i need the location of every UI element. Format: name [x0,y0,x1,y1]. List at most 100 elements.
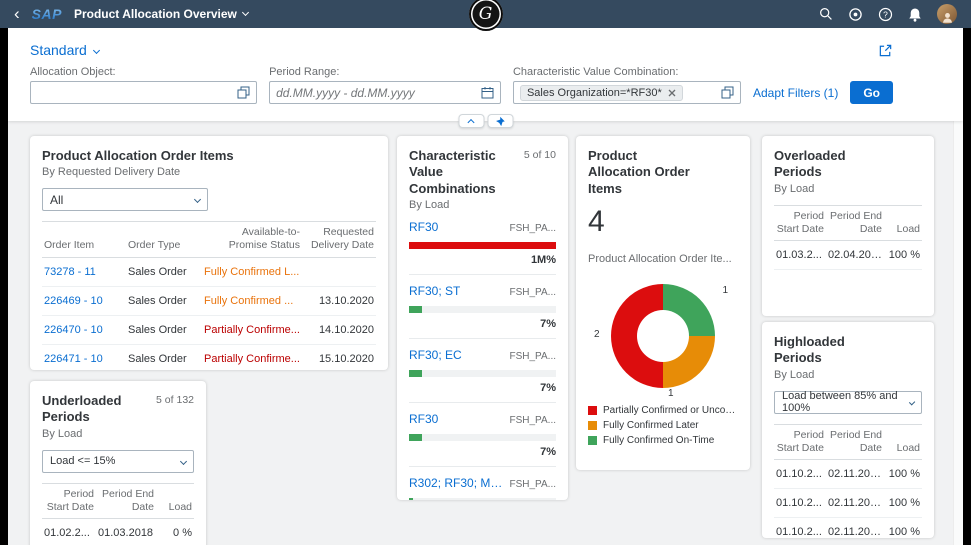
order-item-link[interactable]: 226469 - 10 [44,295,103,307]
table-row[interactable]: 226469 - 10 Sales Order Fully Confirmed … [42,286,376,315]
load-cell: 100 % [884,517,922,538]
load-value: 7% [409,382,556,394]
col-period-end: Period End Date [826,205,884,240]
token-close-icon[interactable] [668,89,676,97]
value-help-icon[interactable] [237,86,250,99]
order-items-filter-select[interactable]: All [42,188,208,211]
col-period-end: Period End Date [96,483,156,518]
calendar-icon[interactable] [481,86,494,99]
pin-header-button[interactable] [487,114,513,128]
legend-item: Fully Confirmed On-Time [588,435,738,446]
selected-value: Load between 85% and 100% [782,390,910,414]
filter-bar: Allocation Object: Period Range: [8,62,963,104]
period-range-text[interactable] [276,86,477,100]
cvc-attribute: FSH_PA... [510,415,557,426]
cvc-attribute: FSH_PA... [510,351,557,362]
load-value: 7% [409,446,556,458]
collapse-header-button[interactable] [458,114,484,128]
load-bar-fill [409,306,422,313]
atp-status-cell: Partially Confirme... [202,344,302,370]
cvc-input[interactable]: Sales Organization=*RF30* [513,81,741,104]
card-subtitle: By Requested Delivery Date [42,166,376,178]
share-icon[interactable] [878,43,893,58]
pin-icon [495,116,506,127]
card-characteristic-value-combinations[interactable]: Characteristic Value Combinations 5 of 1… [397,136,568,500]
chart-label: Product Allocation Order Ite... [588,253,738,265]
order-item-link[interactable]: 73278 - 11 [44,266,96,278]
vertical-scrollbar[interactable] [953,121,963,545]
load-cell: 100 % [884,488,922,517]
card-underloaded-periods[interactable]: Underloaded Periods 5 of 132 By Load Loa… [30,381,206,545]
table-row[interactable]: 226470 - 10 Sales Order Partially Confir… [42,315,376,344]
highloaded-filter-select[interactable]: Load between 85% and 100% [774,391,922,414]
table-row[interactable]: 01.10.2... 02.11.2020 100 % [774,517,922,538]
table-row[interactable]: 01.10.2... 02.11.2020 100 % [774,459,922,488]
adapt-filters-link[interactable]: Adapt Filters (1) [753,86,838,100]
cvc-list-item[interactable]: RF30; EC FSH_PA... 7% [409,339,556,403]
chart-legend: Partially Confirmed or Unconfirm... Full… [588,405,738,446]
col-order-item: Order Item [42,222,126,257]
table-row[interactable]: 01.03.2... 02.04.2018 100 % [774,240,922,269]
cvc-name-link[interactable]: R302; RF30; MR55... [409,476,504,490]
underloaded-filter-select[interactable]: Load <= 15% [42,450,194,473]
card-subtitle: By Load [409,199,556,211]
help-icon[interactable]: ? [878,7,893,22]
period-range-input[interactable] [269,81,501,104]
chevron-up-icon [467,118,474,125]
filter-token[interactable]: Sales Organization=*RF30* [520,85,683,101]
load-value: 7% [409,318,556,330]
order-type-cell: Sales Order [126,257,202,286]
segment-data-label: 1 [722,285,728,296]
app-title-menu[interactable]: Product Allocation Overview [74,7,248,21]
copilot-icon[interactable] [848,7,863,22]
load-bar-track [409,370,556,377]
order-item-link[interactable]: 226471 - 10 [44,353,103,365]
period-start-cell: 01.10.2... [774,517,826,538]
period-start-cell: 01.10.2... [774,488,826,517]
table-row[interactable]: 01.10.2... 02.11.2020 100 % [774,488,922,517]
requested-date-cell [302,257,376,286]
allocation-object-text[interactable] [37,86,233,100]
legend-label: Fully Confirmed On-Time [603,435,714,446]
table-row[interactable]: 73278 - 11 Sales Order Fully Confirmed L… [42,257,376,286]
sap-logo[interactable]: SAP [32,6,62,22]
variant-selector[interactable]: Standard [30,42,99,58]
card-order-items-donut[interactable]: Product Allocation Order Items 4 Product… [576,136,750,470]
table-row[interactable]: 01.02.2... 01.03.2018 0 % [42,518,194,545]
cvc-name-link[interactable]: RF30; EC [409,348,462,362]
back-icon[interactable]: ‹ [14,4,20,24]
selected-value: Load <= 15% [50,455,115,467]
value-help-icon[interactable] [721,86,734,99]
allocation-object-input[interactable] [30,81,257,104]
load-cell: 100 % [884,459,922,488]
search-icon[interactable] [819,7,833,21]
cvc-list-item[interactable]: R302; RF30; MR55...FSH_PA... 0% [409,467,556,500]
cvc-name-link[interactable]: RF30 [409,220,438,234]
cvc-list-item[interactable]: RF30FSH_PA... 1M% [409,211,556,275]
kpi-count: 4 [588,205,738,239]
cvc-list-item[interactable]: RF30; STFSH_PA... 7% [409,275,556,339]
shell-left: ‹ SAP Product Allocation Overview [14,4,248,24]
card-highloaded-periods[interactable]: Highloaded Periods By Load Load between … [762,322,934,538]
order-item-link[interactable]: 226470 - 10 [44,324,103,336]
donut-chart[interactable]: 1 2 1 [588,273,738,399]
col-order-type: Order Type [126,222,202,257]
cvc-name-link[interactable]: RF30; ST [409,284,460,298]
cvc-list-item[interactable]: RF30 FSH_PA... 7% [409,403,556,467]
col-period-start: Period Start Date [42,483,96,518]
card-overloaded-periods[interactable]: Overloaded Periods By Load Period Start … [762,136,934,316]
underloaded-table: Period Start Date Period End Date Load 0… [42,483,194,545]
go-button[interactable]: Go [850,81,893,104]
user-avatar[interactable] [937,4,957,24]
col-load: Load [884,205,922,240]
cvc-name-link[interactable]: RF30 [409,412,438,426]
notifications-bell-icon[interactable] [908,7,922,22]
table-row[interactable]: 226471 - 10 Sales Order Partially Confir… [42,344,376,370]
load-bar-fill [409,434,422,441]
col-period-end: Period End Date [826,424,884,459]
donut-ring [611,284,715,388]
cvc-attribute: FSH_PA... [510,479,557,490]
card-order-items-table[interactable]: Product Allocation Order Items By Reques… [30,136,388,370]
load-bar-fill [409,498,413,500]
person-icon [941,11,954,24]
